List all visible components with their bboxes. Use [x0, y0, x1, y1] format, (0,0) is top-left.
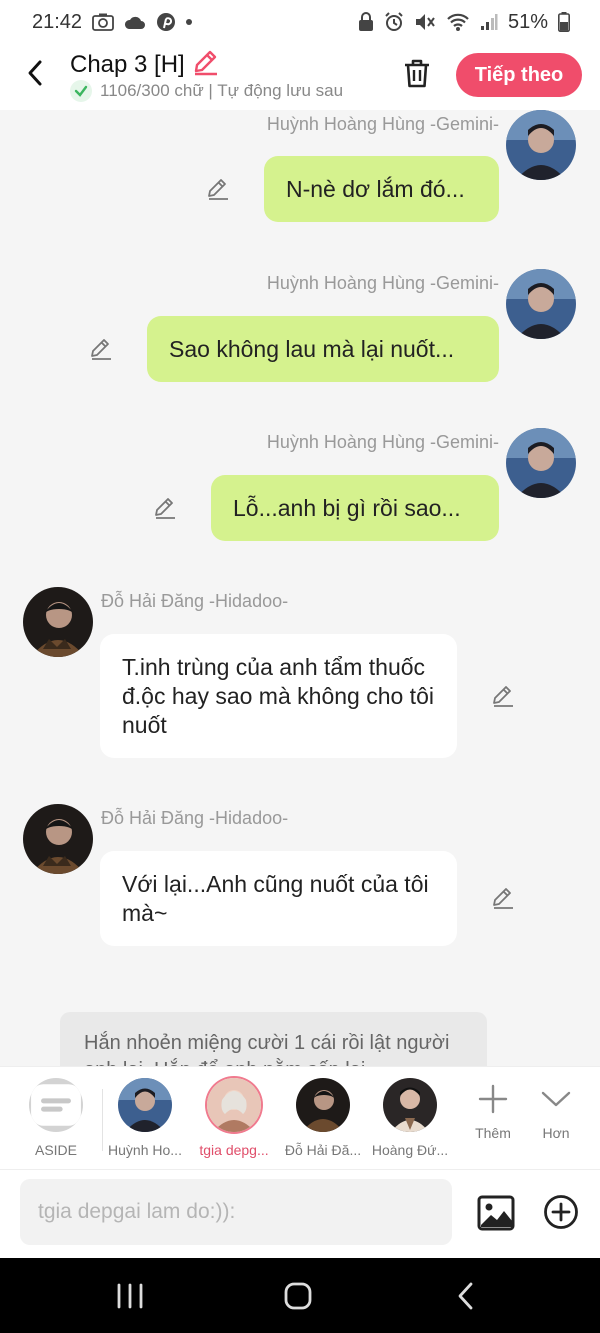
edit-message-icon[interactable] [152, 495, 178, 521]
avatar-hung[interactable] [506, 428, 576, 498]
sender-name: Huỳnh Hoàng Hùng -Gemini- [266, 273, 499, 293]
add-label: Thêm [475, 1125, 511, 1141]
add-button[interactable] [542, 1193, 580, 1231]
avatar [207, 1078, 261, 1132]
battery-icon [558, 12, 570, 32]
trash-icon [405, 59, 429, 88]
signal-icon [480, 13, 498, 31]
avatar-dang[interactable] [23, 587, 93, 657]
delete-button[interactable] [398, 54, 436, 92]
check-icon [70, 80, 92, 102]
chapter-title-row[interactable]: Chap 3 [H] [70, 48, 219, 81]
pinterest-icon [156, 12, 176, 32]
avatar-dang[interactable] [23, 804, 93, 874]
edit-message-icon[interactable] [490, 683, 516, 709]
message-bubble[interactable]: Sao không lau mà lại nuốt... [147, 316, 499, 382]
lock-icon [358, 12, 374, 32]
word-count-text: 1106/300 chữ | Tự động lưu sau [100, 81, 344, 100]
next-button[interactable]: Tiếp theo [456, 53, 582, 97]
more-label: Hơn [542, 1125, 570, 1141]
back-arrow-icon [28, 60, 42, 86]
character-author[interactable]: tgia depg... [190, 1078, 278, 1158]
aside-narration[interactable]: Hắn nhoẻn miệng cười 1 cái rồi lật người… [60, 1012, 487, 1066]
character-label: Hoàng Đứ... [371, 1142, 449, 1158]
message-bubble[interactable]: N-nè dơ lắm đó... [264, 156, 499, 222]
cloud-icon [124, 14, 146, 30]
avatar [383, 1078, 437, 1132]
system-back-button[interactable] [446, 1280, 486, 1312]
home-button[interactable] [278, 1280, 318, 1312]
home-icon [284, 1282, 312, 1310]
status-bar: 21:42 51% [0, 0, 600, 44]
character-label: Đỗ Hải Đă... [284, 1142, 362, 1158]
character-label: tgia depg... [199, 1142, 269, 1158]
aside-icon [29, 1078, 83, 1132]
clock: 21:42 [32, 10, 83, 33]
edit-message-icon[interactable] [490, 885, 516, 911]
back-button[interactable] [18, 56, 52, 90]
sender-name: Đỗ Hải Đăng -Hidadoo- [101, 591, 289, 611]
avatar-hung[interactable] [506, 110, 576, 180]
battery-percent: 51% [507, 10, 548, 33]
character-bar: ASIDE Huỳnh Ho... tgia depg... Đỗ Hải Đă… [0, 1066, 600, 1170]
character-label: ASIDE [34, 1142, 77, 1158]
edit-message-icon[interactable] [205, 176, 231, 202]
message-input[interactable] [20, 1179, 452, 1245]
avatar [118, 1078, 172, 1132]
character-hung[interactable]: Huỳnh Ho... [101, 1078, 189, 1158]
recents-button[interactable] [110, 1280, 150, 1312]
sender-name: Huỳnh Hoàng Hùng -Gemini- [266, 432, 499, 452]
character-aside[interactable]: ASIDE [12, 1078, 100, 1158]
recents-icon [117, 1283, 143, 1309]
avatar-hung[interactable] [506, 269, 576, 339]
status-right: 51% [358, 11, 570, 34]
edit-message-icon[interactable] [88, 336, 114, 362]
character-hoang[interactable]: Hoàng Đứ... [366, 1078, 454, 1158]
chat-area[interactable]: Huỳnh Hoàng Hùng -Gemini- N-nè dơ lắm đó… [0, 110, 600, 1066]
wifi-icon [446, 12, 470, 32]
app-header: Chap 3 [H] 1106/300 chữ | Tự động lưu sa… [0, 44, 600, 110]
status-left: 21:42 [32, 10, 193, 34]
character-label: Huỳnh Ho... [108, 1142, 182, 1158]
add-character-button[interactable]: Thêm [463, 1083, 523, 1141]
image-icon [477, 1195, 515, 1231]
back-icon [458, 1282, 473, 1310]
message-bubble[interactable]: Với lại...Anh cũng nuốt của tôi mà~ [100, 851, 457, 946]
chapter-title: Chap 3 [H] [70, 50, 185, 78]
plus-icon [478, 1084, 508, 1114]
alarm-icon [384, 12, 404, 32]
message-bubble[interactable]: T.inh trùng của anh tẩm thuốc đ.ộc hay s… [100, 634, 457, 758]
avatar [296, 1078, 350, 1132]
input-bar [0, 1170, 600, 1258]
chevron-down-icon [541, 1091, 571, 1107]
character-dang[interactable]: Đỗ Hải Đă... [279, 1078, 367, 1158]
mute-icon [414, 12, 436, 32]
system-nav-bar [0, 1258, 600, 1333]
sender-name: Đỗ Hải Đăng -Hidadoo- [101, 808, 289, 828]
message-bubble[interactable]: Lỗ...anh bị gì rồi sao... [211, 475, 499, 541]
sender-name: Huỳnh Hoàng Hùng -Gemini- [266, 114, 499, 134]
notification-dot-icon [186, 19, 193, 25]
more-button[interactable]: Hơn [526, 1083, 586, 1141]
edit-title-icon[interactable] [191, 48, 219, 81]
word-count-row: 1106/300 chữ | Tự động lưu sau [70, 80, 380, 102]
plus-circle-icon [544, 1195, 578, 1229]
camera-icon [92, 13, 114, 31]
image-button[interactable] [476, 1193, 516, 1233]
